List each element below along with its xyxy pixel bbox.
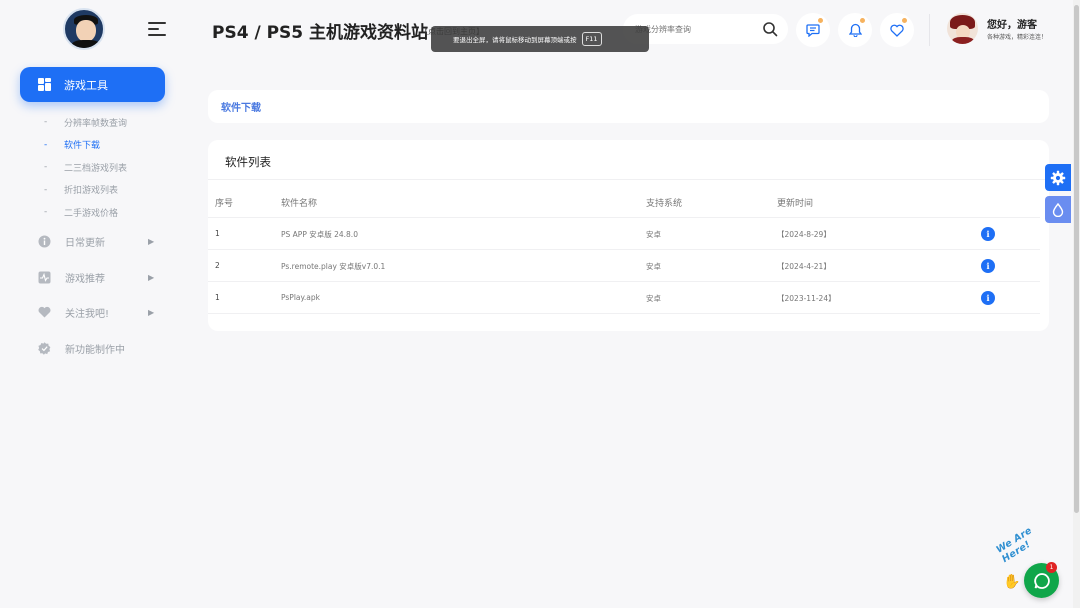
settings-button[interactable] — [1045, 164, 1071, 191]
gear-icon — [1050, 170, 1066, 185]
chat-badge: 1 — [1046, 562, 1057, 573]
waving-hand-icon: ✋ — [1003, 574, 1021, 590]
submenu-label: 折扣游戏列表 — [64, 186, 119, 197]
submenu-item-discount[interactable]: - 折扣游戏列表 — [44, 179, 127, 202]
submenu-item-tier-games[interactable]: - 二三档游戏列表 — [44, 156, 127, 179]
row-date: 【2024-8-29】 — [777, 230, 831, 239]
dash: - — [44, 162, 48, 173]
droplet-icon — [1052, 202, 1064, 217]
breadcrumb-current: 软件下载 — [221, 103, 261, 114]
submenu: - 分辨率帧数查询 - 软件下载 - 二三档游戏列表 - 折扣游戏列表 - 二手… — [44, 111, 127, 224]
submenu-label: 二三档游戏列表 — [64, 163, 128, 174]
info-icon — [38, 235, 51, 248]
software-table-card: 软件列表 序号 软件名称 支持系统 更新时间 1 PS APP 安卓版 24.8… — [208, 140, 1049, 331]
info-icon[interactable]: i — [981, 291, 995, 305]
sidebar-item-label: 游戏工具 — [64, 78, 108, 92]
divider — [208, 179, 1049, 180]
header-divider — [929, 14, 930, 46]
badge-check-icon — [38, 341, 51, 355]
column-header: 软件名称 — [281, 199, 318, 209]
heart-icon — [38, 306, 51, 319]
user-note: 各种游戏，精彩连连！ — [987, 34, 1048, 41]
submenu-item-software[interactable]: - 软件下载 — [44, 134, 127, 157]
user-greeting[interactable]: 您好，游客 — [987, 16, 1037, 31]
site-avatar[interactable] — [63, 8, 105, 50]
row-index: 1 — [215, 293, 220, 302]
avatar-face — [76, 20, 96, 42]
table-row: 1 PsPlay.apk 安卓 【2023-11-24】 i — [208, 282, 1040, 314]
sidebar: 游戏工具 - 分辨率帧数查询 - 软件下载 - 二三档游戏列表 - 折扣游戏列表… — [0, 0, 185, 608]
breadcrumb: 软件下载 — [208, 90, 1049, 123]
page-scrollbar[interactable] — [1073, 0, 1080, 608]
dash: - — [44, 184, 48, 195]
dashboard-icon — [38, 78, 51, 91]
row-os: 安卓 — [646, 294, 661, 303]
notification-dot — [901, 17, 908, 24]
message-icon — [806, 24, 820, 37]
page-title: PS4 / PS5 主机游戏资料站 — [212, 23, 429, 43]
table-row: 2 Ps.remote.play 安卓版v7.0.1 安卓 【2024-4-21… — [208, 250, 1040, 282]
submenu-item-used-price[interactable]: - 二手游戏价格 — [44, 201, 127, 224]
submenu-item-resolution[interactable]: - 分辨率帧数查询 — [44, 111, 127, 134]
notification-button[interactable] — [838, 13, 872, 47]
sidebar-item-daily-update[interactable]: 日常更新 ▶ — [38, 231, 163, 251]
submenu-label: 分辨率帧数查询 — [64, 118, 128, 129]
sidebar-item-label: 游戏推荐 — [65, 273, 105, 285]
sidebar-item-new-feature[interactable]: 新功能制作中 — [38, 338, 163, 358]
scrollbar-thumb[interactable] — [1074, 5, 1079, 513]
row-name: PsPlay.apk — [281, 293, 320, 302]
row-date: 【2024-4-21】 — [777, 262, 831, 271]
search-input[interactable] — [635, 24, 755, 34]
dash: - — [44, 207, 48, 218]
avatar-body — [71, 40, 101, 48]
sidebar-item-recommend[interactable]: 游戏推荐 ▶ — [38, 267, 163, 287]
row-name: PS APP 安卓版 24.8.0 — [281, 230, 358, 239]
sidebar-item-game-tools[interactable]: 游戏工具 — [20, 67, 165, 102]
message-button[interactable] — [796, 13, 830, 47]
chevron-right-icon: ▶ — [148, 307, 155, 317]
table-title: 软件列表 — [225, 155, 271, 169]
row-date: 【2023-11-24】 — [777, 294, 836, 303]
bell-icon — [848, 23, 862, 37]
sidebar-item-label: 新功能制作中 — [65, 344, 125, 356]
info-icon[interactable]: i — [981, 259, 995, 273]
search-icon[interactable] — [762, 21, 778, 37]
chat-tagline: We Are Here! — [994, 525, 1035, 565]
notification-dot — [817, 17, 824, 24]
theme-button[interactable] — [1045, 196, 1071, 223]
submenu-label: 二手游戏价格 — [64, 208, 119, 219]
row-index: 1 — [215, 229, 220, 238]
row-os: 安卓 — [646, 230, 661, 239]
toast-key: F11 — [581, 32, 602, 46]
chevron-right-icon: ▶ — [148, 272, 155, 282]
chat-bubble-icon — [1033, 572, 1050, 589]
heart-outline-icon — [890, 24, 904, 37]
favorite-button[interactable] — [880, 13, 914, 47]
row-os: 安卓 — [646, 262, 661, 271]
dash: - — [44, 117, 48, 128]
dash: - — [44, 139, 48, 150]
row-index: 2 — [215, 261, 220, 270]
column-header: 更新时间 — [777, 199, 814, 209]
column-header: 支持系统 — [646, 199, 683, 209]
sidebar-item-label: 日常更新 — [65, 237, 105, 249]
submenu-label: 软件下载 — [64, 141, 101, 152]
notification-dot — [859, 17, 866, 24]
fullscreen-toast: 要退出全屏，请将鼠标移动到屏幕顶端或按 F11 — [431, 26, 649, 52]
info-icon[interactable]: i — [981, 227, 995, 241]
user-avatar[interactable] — [947, 13, 978, 44]
row-name: Ps.remote.play 安卓版v7.0.1 — [281, 262, 386, 271]
menu-toggle-icon[interactable] — [148, 22, 166, 36]
table-header: 序号 软件名称 支持系统 更新时间 — [208, 186, 1040, 218]
sidebar-item-label: 关注我吧! — [65, 308, 110, 320]
pulse-icon — [38, 271, 51, 284]
chevron-right-icon: ▶ — [148, 236, 155, 246]
sidebar-item-follow[interactable]: 关注我吧! ▶ — [38, 302, 163, 322]
column-header: 序号 — [215, 199, 234, 209]
table-row: 1 PS APP 安卓版 24.8.0 安卓 【2024-8-29】 i — [208, 218, 1040, 250]
toast-text: 要退出全屏，请将鼠标移动到屏幕顶端或按 — [453, 36, 577, 44]
